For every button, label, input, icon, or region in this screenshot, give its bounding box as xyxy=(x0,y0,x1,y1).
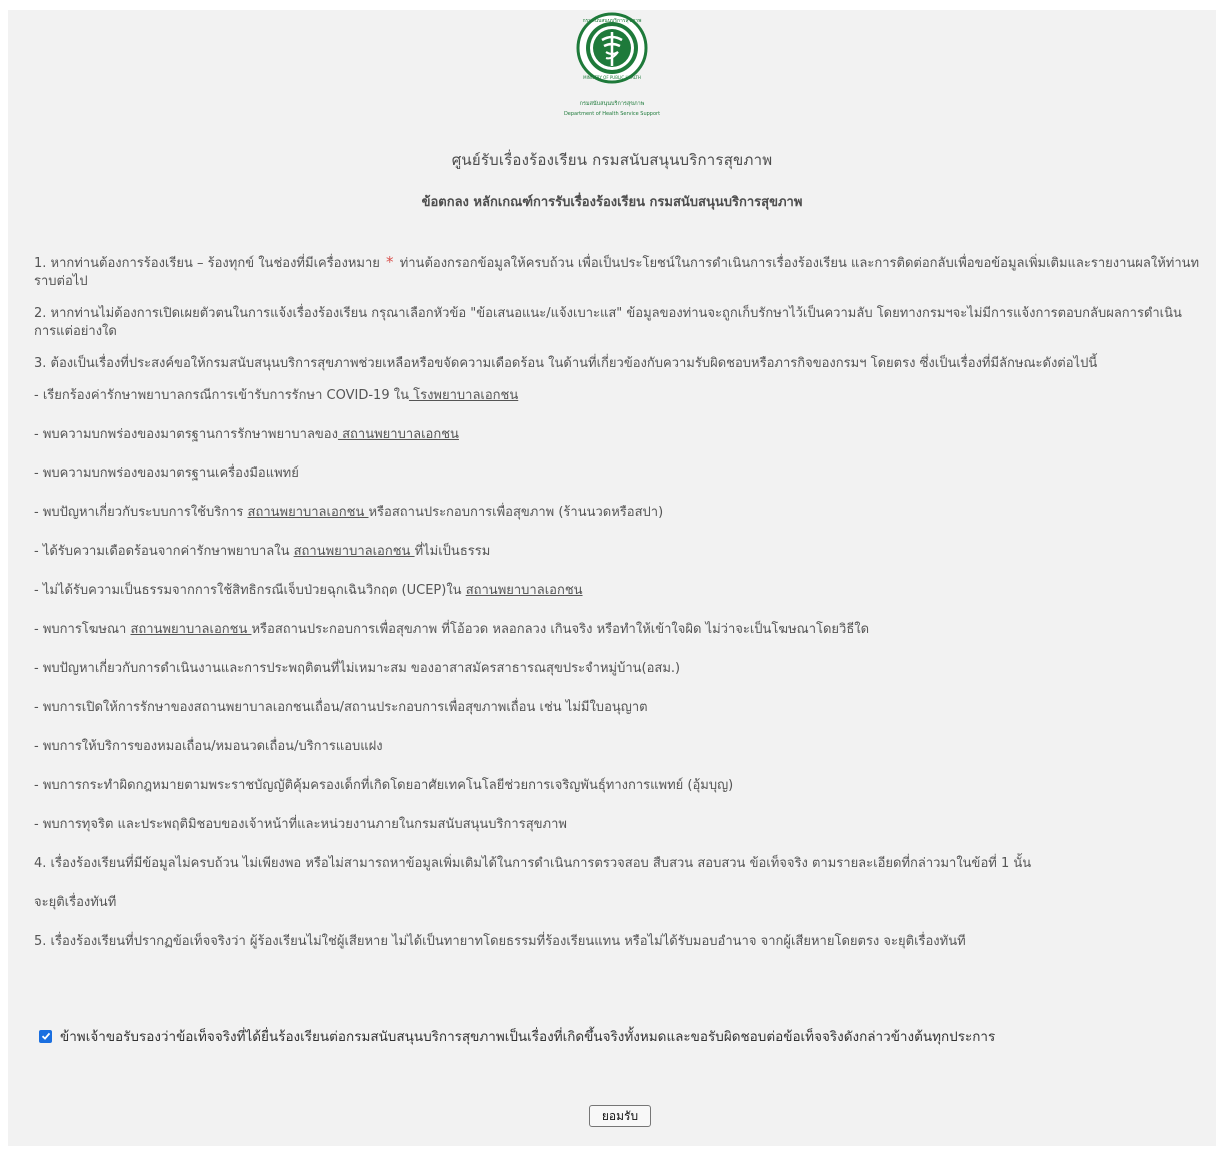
term-4-cont: จะยุติเรื่องทันที xyxy=(34,895,117,910)
term-2: 2. หากท่านไม่ต้องการเปิดเผยตัวตนในการแจ้… xyxy=(34,306,1182,339)
term-3-item-text: - พบความบกพร่องของมาตรฐานเครื่องมือแพทย์ xyxy=(34,466,299,481)
term-3-item-text-end: หรือสถานประกอบการเพื่อสุขภาพ ที่โอ้อวด ห… xyxy=(251,622,870,637)
logo-seal-text-en: MINISTRY OF PUBLIC HEALTH xyxy=(583,75,641,80)
term-3-item-text: - พบความบกพร่องของมาตรฐานการรักษาพยาบาลข… xyxy=(34,427,338,442)
term-3-item: - เรียกร้องค่ารักษาพยาบาลกรณีการเข้ารับก… xyxy=(34,387,1202,405)
term-3-item: - พบการทุจริต และประพฤติมิชอบของเจ้าหน้า… xyxy=(34,816,1202,834)
term-3-item-text-end: ที่ไม่เป็นธรรม xyxy=(414,544,491,559)
terms-content: 1. หากท่านต้องการร้องเรียน – ร้องทุกข์ ใ… xyxy=(34,253,1202,972)
term-3-item-text: - พบการเปิดให้การรักษาของสถานพยาบาลเอกชน… xyxy=(34,700,648,715)
acknowledge-checkbox-row[interactable]: ข้าพเจ้าขอรับรองว่าข้อเท็จจริงที่ได้ยื่น… xyxy=(39,1025,995,1047)
term-3-item: - พบความบกพร่องของมาตรฐานการรักษาพยาบาลข… xyxy=(34,426,1202,444)
term-3-item-text: - ได้รับความเดือดร้อนจากค่ารักษาพยาบาลใน xyxy=(34,544,294,559)
term-1: 1. หากท่านต้องการร้องเรียน – ร้องทุกข์ ใ… xyxy=(34,253,1202,291)
term-3-item: - พบการโฆษณา สถานพยาบาลเอกชน หรือสถานประ… xyxy=(34,621,1202,639)
term-3-item-text: - พบปัญหาเกี่ยวกับระบบการใช้บริการ xyxy=(34,505,248,520)
private-hospital-link: สถานพยาบาลเอกชน xyxy=(337,427,459,442)
term-3-item-text-end: หรือสถานประกอบการเพื่อสุขภาพ (ร้านนวดหรื… xyxy=(368,505,664,520)
term-3-item-text: - ไม่ได้รับความเป็นธรรมจากการใช้สิทธิกรณ… xyxy=(34,583,466,598)
private-hospital-link: สถานพยาบาลเอกชน xyxy=(130,622,252,637)
term-3-list: - เรียกร้องค่ารักษาพยาบาลกรณีการเข้ารับก… xyxy=(34,387,1202,834)
required-star: * xyxy=(386,253,394,271)
term-5: 5. เรื่องร้องเรียนที่ปรากฏข้อเท็จจริงว่า… xyxy=(34,934,966,949)
term-3-item: - พบการเปิดให้การรักษาของสถานพยาบาลเอกชน… xyxy=(34,699,1202,717)
term-3-item: - พบความบกพร่องของมาตรฐานเครื่องมือแพทย์ xyxy=(34,465,1202,483)
logo-org-en: Department of Health Service Support xyxy=(564,111,660,117)
term-3-item: - พบปัญหาเกี่ยวกับการดำเนินงานและการประพ… xyxy=(34,660,1202,678)
term-3-item: - พบปัญหาเกี่ยวกับระบบการใช้บริการ สถานพ… xyxy=(34,504,1202,522)
term-3-item-text: - พบปัญหาเกี่ยวกับการดำเนินงานและการประพ… xyxy=(34,661,681,676)
private-hospital-link: สถานพยาบาลเอกชน xyxy=(247,505,369,520)
acknowledge-checkbox[interactable] xyxy=(39,1029,52,1043)
term-1-text-start: 1. หากท่านต้องการร้องเรียน – ร้องทุกข์ ใ… xyxy=(34,256,380,271)
logo-seal-text: กรมสนับสนุนบริการสุขภาพ xyxy=(583,17,642,24)
private-hospital-link: สถานพยาบาลเอกชน xyxy=(465,583,583,598)
accept-button[interactable]: ยอมรับ xyxy=(589,1105,651,1127)
term-3-item: - ได้รับความเดือดร้อนจากค่ารักษาพยาบาลใน… xyxy=(34,543,1202,561)
logo-area: กรมสนับสนุนบริการสุขภาพ MINISTRY OF PUBL… xyxy=(8,12,1216,126)
term-3-item-text: - พบการโฆษณา xyxy=(34,622,131,637)
term-4: 4. เรื่องร้องเรียนที่มีข้อมูลไม่ครบถ้วน … xyxy=(34,856,1032,871)
agreement-panel: กรมสนับสนุนบริการสุขภาพ MINISTRY OF PUBL… xyxy=(8,10,1216,1146)
term-3-item-text: - พบการทุจริต และประพฤติมิชอบของเจ้าหน้า… xyxy=(34,817,567,832)
ministry-seal-icon: กรมสนับสนุนบริการสุขภาพ MINISTRY OF PUBL… xyxy=(564,12,660,117)
term-3-item: - พบการกระทำผิดกฎหมายตามพระราชบัญญัติคุ้… xyxy=(34,777,1202,795)
acknowledge-label: ข้าพเจ้าขอรับรองว่าข้อเท็จจริงที่ได้ยื่น… xyxy=(60,1029,996,1045)
term-3-item-text: - พบการให้บริการของหมอเถื่อน/หมอนวดเถื่อ… xyxy=(34,739,383,754)
page-subtitle: ข้อตกลง หลักเกณฑ์การรับเรื่องร้องเรียน ก… xyxy=(421,195,803,210)
term-3-item-text: - เรียกร้องค่ารักษาพยาบาลกรณีการเข้ารับก… xyxy=(34,388,409,403)
term-3-item: - พบการให้บริการของหมอเถื่อน/หมอนวดเถื่อ… xyxy=(34,738,1202,756)
private-hospital-link: โรงพยาบาลเอกชน xyxy=(408,388,519,403)
logo-org-th: กรมสนับสนุนบริการสุขภาพ xyxy=(580,100,645,107)
term-3-item-text: - พบการกระทำผิดกฎหมายตามพระราชบัญญัติคุ้… xyxy=(34,778,734,793)
term-3: 3. ต้องเป็นเรื่องที่ประสงค์ขอให้กรมสนับส… xyxy=(34,356,1098,371)
checkmark-icon xyxy=(41,1032,50,1040)
page-title: ศูนย์รับเรื่องร้องเรียน กรมสนับสนุนบริกา… xyxy=(451,151,773,169)
private-hospital-link: สถานพยาบาลเอกชน xyxy=(293,544,415,559)
term-3-item: - ไม่ได้รับความเป็นธรรมจากการใช้สิทธิกรณ… xyxy=(34,582,1202,600)
